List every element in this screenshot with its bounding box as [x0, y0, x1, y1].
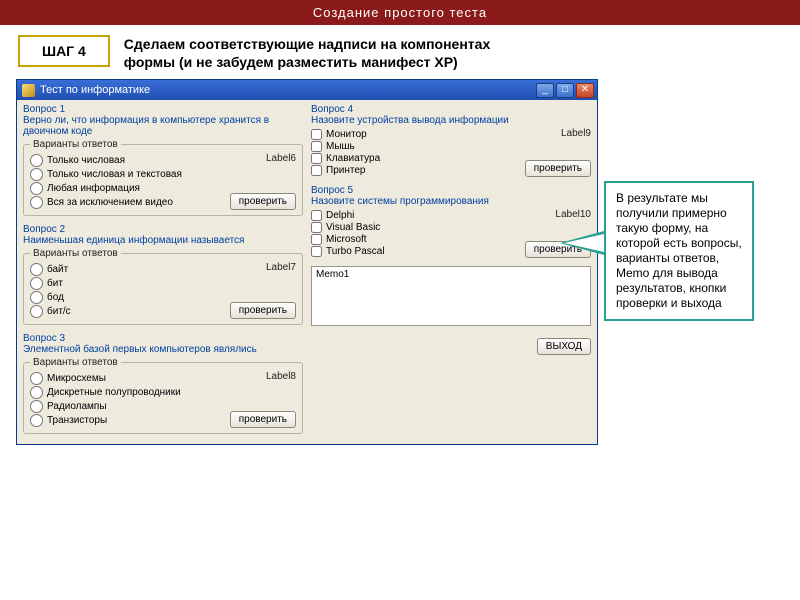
radio-option[interactable]: байт	[30, 263, 224, 276]
radio-option[interactable]: бит	[30, 277, 224, 290]
minimize-button[interactable]: _	[536, 83, 554, 98]
question-5: Вопрос 5 Назовите системы программирован…	[311, 185, 591, 258]
radio-option[interactable]: Дискретные полупроводники	[30, 386, 224, 399]
slide-header: Создание простого теста	[0, 0, 800, 25]
right-column: Вопрос 4 Назовите устройства вывода инфо…	[311, 104, 591, 436]
question-text: Назовите устройства вывода информации	[311, 115, 591, 126]
radio-option[interactable]: Микросхемы	[30, 372, 224, 385]
radio-option[interactable]: Только числовая и текстовая	[30, 168, 224, 181]
checkbox-option[interactable]: Turbo Pascal	[311, 246, 519, 257]
question-text: Наименьшая единица информации называется	[23, 235, 303, 246]
close-button[interactable]: ✕	[576, 83, 594, 98]
radio-option[interactable]: бит/с	[30, 305, 224, 318]
checkbox-option[interactable]: Клавиатура	[311, 153, 519, 164]
question-num: Вопрос 2	[23, 224, 303, 235]
question-num: Вопрос 5	[311, 185, 591, 196]
label-placeholder: Label6	[266, 153, 296, 164]
question-num: Вопрос 4	[311, 104, 591, 115]
label-placeholder: Label8	[266, 371, 296, 382]
window-title: Тест по информатике	[40, 84, 536, 96]
variants-legend: Варианты ответов	[30, 139, 121, 150]
question-2: Вопрос 2 Наименьшая единица информации н…	[23, 224, 303, 325]
question-4: Вопрос 4 Назовите устройства вывода инфо…	[311, 104, 591, 177]
radio-option[interactable]: Транзисторы	[30, 414, 224, 427]
check-button[interactable]: проверить	[230, 193, 296, 210]
radio-option[interactable]: Вся за исключением видео	[30, 196, 224, 209]
callout-text: В результате мы получили примерно такую …	[604, 181, 754, 321]
label-placeholder: Label7	[266, 262, 296, 273]
step-badge: ШАГ 4	[18, 35, 110, 67]
check-button[interactable]: проверить	[525, 160, 591, 177]
app-window: Тест по информатике _ □ ✕ Вопрос 1 Верно…	[16, 79, 598, 445]
callout-arrow-icon	[560, 231, 604, 255]
variants-legend: Варианты ответов	[30, 248, 121, 259]
window-titlebar: Тест по информатике _ □ ✕	[17, 80, 597, 100]
checkbox-option[interactable]: Visual Basic	[311, 222, 519, 233]
check-button[interactable]: проверить	[230, 411, 296, 428]
label-placeholder: Label9	[561, 128, 591, 139]
maximize-button[interactable]: □	[556, 83, 574, 98]
checkbox-option[interactable]: Принтер	[311, 165, 519, 176]
question-1: Вопрос 1 Верно ли, что информация в комп…	[23, 104, 303, 216]
question-text: Верно ли, что информация в компьютере хр…	[23, 115, 303, 137]
memo-output[interactable]	[311, 266, 591, 326]
checkbox-option[interactable]: Мышь	[311, 141, 519, 152]
checkbox-option[interactable]: Microsoft	[311, 234, 519, 245]
left-column: Вопрос 1 Верно ли, что информация в комп…	[23, 104, 303, 436]
variants-group: Варианты ответов байт бит бод бит/с Labe…	[23, 248, 303, 325]
variants-group: Варианты ответов Микросхемы Дискретные п…	[23, 357, 303, 434]
label-placeholder: Label10	[555, 209, 591, 220]
question-num: Вопрос 1	[23, 104, 303, 115]
exit-button[interactable]: ВЫХОД	[537, 338, 591, 355]
question-3: Вопрос 3 Элементной базой первых компьют…	[23, 333, 303, 434]
radio-option[interactable]: Радиолампы	[30, 400, 224, 413]
intro-text: Сделаем соответствующие надписи на компо…	[124, 35, 544, 71]
question-num: Вопрос 3	[23, 333, 303, 344]
radio-option[interactable]: бод	[30, 291, 224, 304]
question-text: Назовите системы программирования	[311, 196, 591, 207]
variants-group: Варианты ответов Только числовая Только …	[23, 139, 303, 216]
app-icon	[22, 84, 35, 97]
check-button[interactable]: проверить	[230, 302, 296, 319]
radio-option[interactable]: Любая информация	[30, 182, 224, 195]
question-text: Элементной базой первых компьютеров явля…	[23, 344, 303, 355]
radio-option[interactable]: Только числовая	[30, 154, 224, 167]
checkbox-option[interactable]: Delphi	[311, 210, 519, 221]
callout: В результате мы получили примерно такую …	[604, 181, 754, 321]
variants-legend: Варианты ответов	[30, 357, 121, 368]
checkbox-option[interactable]: Монитор	[311, 129, 519, 140]
